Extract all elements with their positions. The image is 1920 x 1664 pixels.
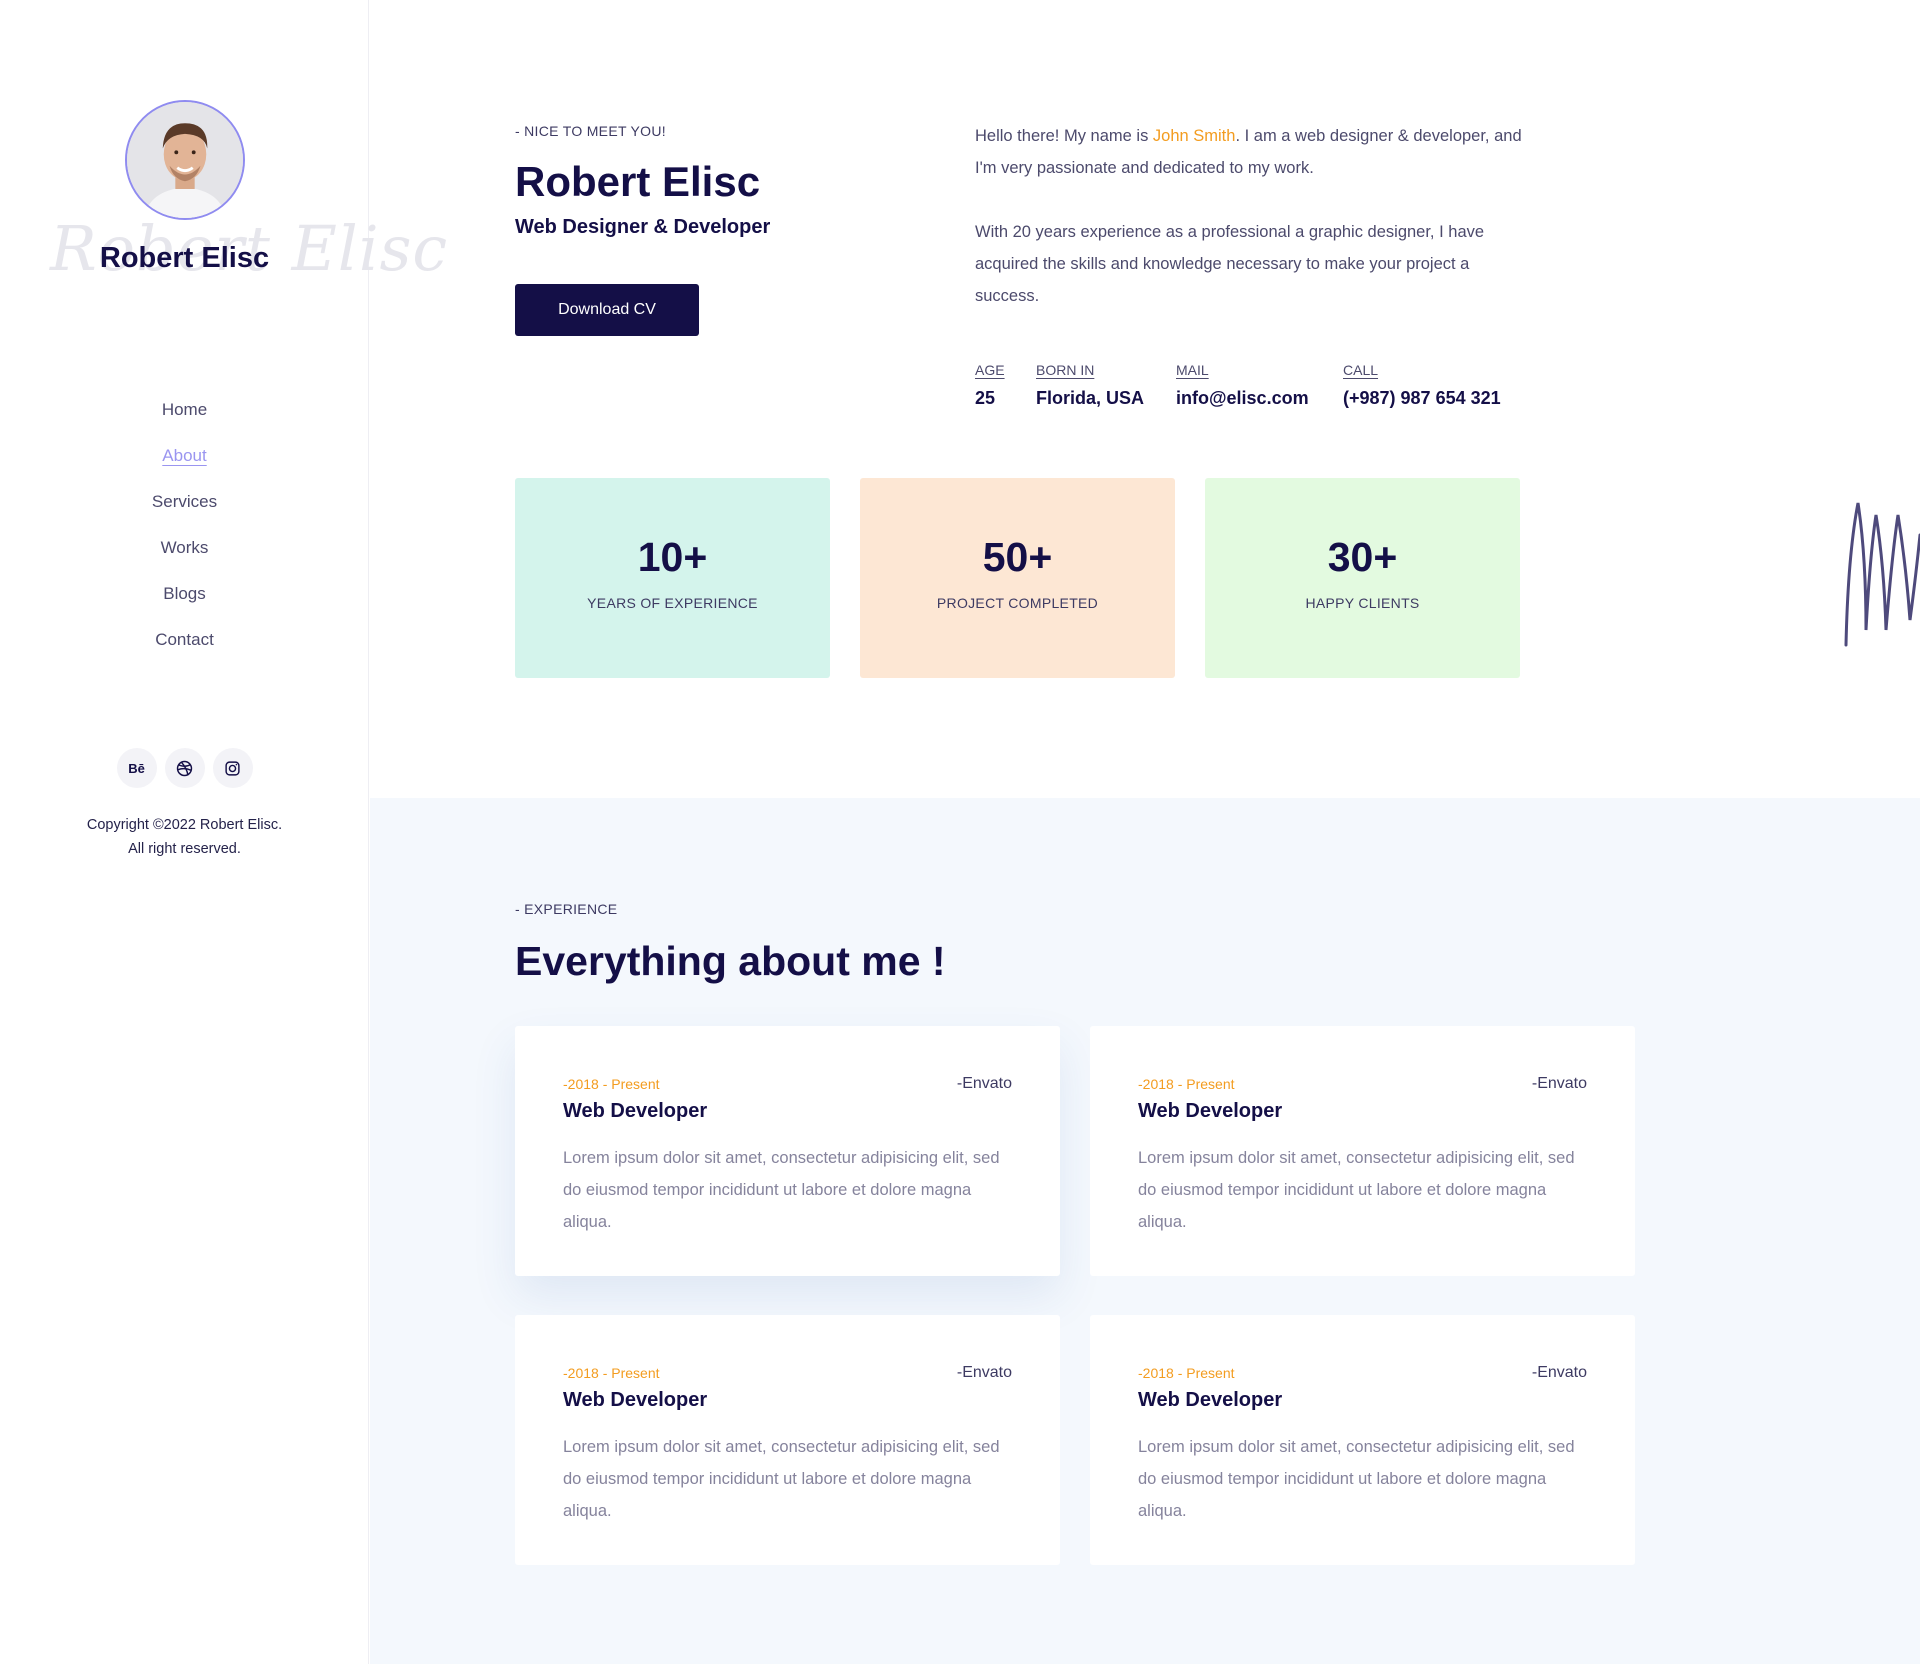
nav-item-contact[interactable]: Contact [0,630,369,676]
stat-caption: PROJECT COMPLETED [936,595,1099,611]
experience-card: -2018 - Present -Envato Web Developer Lo… [515,1026,1060,1276]
social-links: Bē [0,748,369,788]
highlight-name: John Smith [1152,127,1236,145]
experience-description: Lorem ipsum dolor sit amet, consectetur … [1138,1149,1575,1231]
experience-description: Lorem ipsum dolor sit amet, consectetur … [563,1149,1000,1231]
info-value[interactable]: (+987) 987 654 321 [1343,388,1501,409]
hero-name: Robert Elisc [515,158,761,205]
experience-role: Web Developer [1138,1389,1283,1411]
stat-card-experience: 10+ YEARS OF EXPERIENCE [515,478,830,678]
intro-paragraph-2: With 20 years experience as a profession… [975,223,1485,305]
nav-item-about[interactable]: About [0,446,369,492]
main-nav: Home About Services Works Blogs Contact [0,400,369,676]
stat-card-clients: 30+ HAPPY CLIENTS [1205,478,1520,678]
sidebar-name: Robert Elisc [99,242,270,274]
info-value[interactable]: info@elisc.com [1176,388,1309,409]
hero-kicker: - NICE TO MEET YOU! [515,123,666,139]
experience-date: -2018 - Present [1138,1365,1235,1381]
hero-role: Web Designer & Developer [515,216,771,238]
experience-company: -Envato [956,1364,1012,1381]
info-call: CALL (+987) 987 654 321 [1343,362,1501,409]
experience-role: Web Developer [563,1389,708,1411]
copyright-line-2: All right reserved. [128,841,241,857]
info-label: AGE [975,362,1005,378]
info-value: Florida, USA [1036,388,1145,408]
experience-date: -2018 - Present [563,1365,660,1381]
experience-role: Web Developer [1138,1100,1283,1122]
nav-item-works[interactable]: Works [0,538,369,584]
avatar [125,100,245,220]
experience-card: -2018 - Present -Envato Web Developer Lo… [515,1315,1060,1565]
experience-card: -2018 - Present -Envato Web Developer Lo… [1090,1315,1635,1565]
info-mail: MAIL info@elisc.com [1176,362,1309,409]
experience-description: Lorem ipsum dolor sit amet, consectetur … [1138,1438,1575,1520]
nav-item-services[interactable]: Services [0,492,369,538]
info-age: AGE 25 [975,362,1005,409]
experience-role: Web Developer [563,1100,708,1122]
nav-item-home[interactable]: Home [0,400,369,446]
instagram-icon[interactable] [212,748,253,788]
experience-description: Lorem ipsum dolor sit amet, consectetur … [563,1438,1000,1520]
stat-caption: HAPPY CLIENTS [1305,595,1420,611]
nav-item-label[interactable]: Blogs [163,584,206,603]
behance-icon[interactable]: Bē [116,748,157,788]
nav-item-label[interactable]: Home [162,400,207,419]
download-cv-button[interactable]: Download CV [515,284,699,336]
stat-number: 30+ [1327,534,1398,580]
copyright-line-1: Copyright ©2022 Robert Elisc. [86,817,283,833]
nav-item-label[interactable]: Services [152,492,217,511]
stat-number: 10+ [637,534,708,580]
decorative-squiggle [1844,502,1920,647]
nav-item-label[interactable]: About [162,446,206,465]
info-value: 25 [975,388,996,408]
sidebar: Robert Elisc Robert Elisc Home About Ser… [0,0,447,1664]
info-label: CALL [1343,362,1379,378]
experience-title: Everything about me ! [515,938,946,984]
stat-caption: YEARS OF EXPERIENCE [587,595,758,611]
nav-item-blogs[interactable]: Blogs [0,584,369,630]
intro-paragraph-1: Hello there! My name is John Smith. I am… [975,127,1522,177]
nav-item-label[interactable]: Contact [155,630,214,649]
dribbble-icon[interactable] [164,748,205,788]
experience-company: -Envato [956,1075,1012,1092]
experience-company: -Envato [1531,1075,1587,1092]
profile-photo [127,102,243,218]
experience-date: -2018 - Present [563,1076,660,1092]
stat-card-projects: 50+ PROJECT COMPLETED [860,478,1175,678]
stat-number: 50+ [982,534,1053,580]
info-born: BORN IN Florida, USA [1036,362,1144,409]
experience-kicker: - EXPERIENCE [515,901,618,917]
nav-item-label[interactable]: Works [161,538,209,557]
info-label: MAIL [1176,362,1209,378]
experience-company: -Envato [1531,1364,1587,1381]
experience-date: -2018 - Present [1138,1076,1235,1092]
intro-text: Hello there! My name is John Smith. I am… [975,120,1525,312]
experience-card: -2018 - Present -Envato Web Developer Lo… [1090,1026,1635,1276]
info-label: BORN IN [1036,362,1095,378]
copyright: Copyright ©2022 Robert Elisc. All right … [0,813,369,861]
